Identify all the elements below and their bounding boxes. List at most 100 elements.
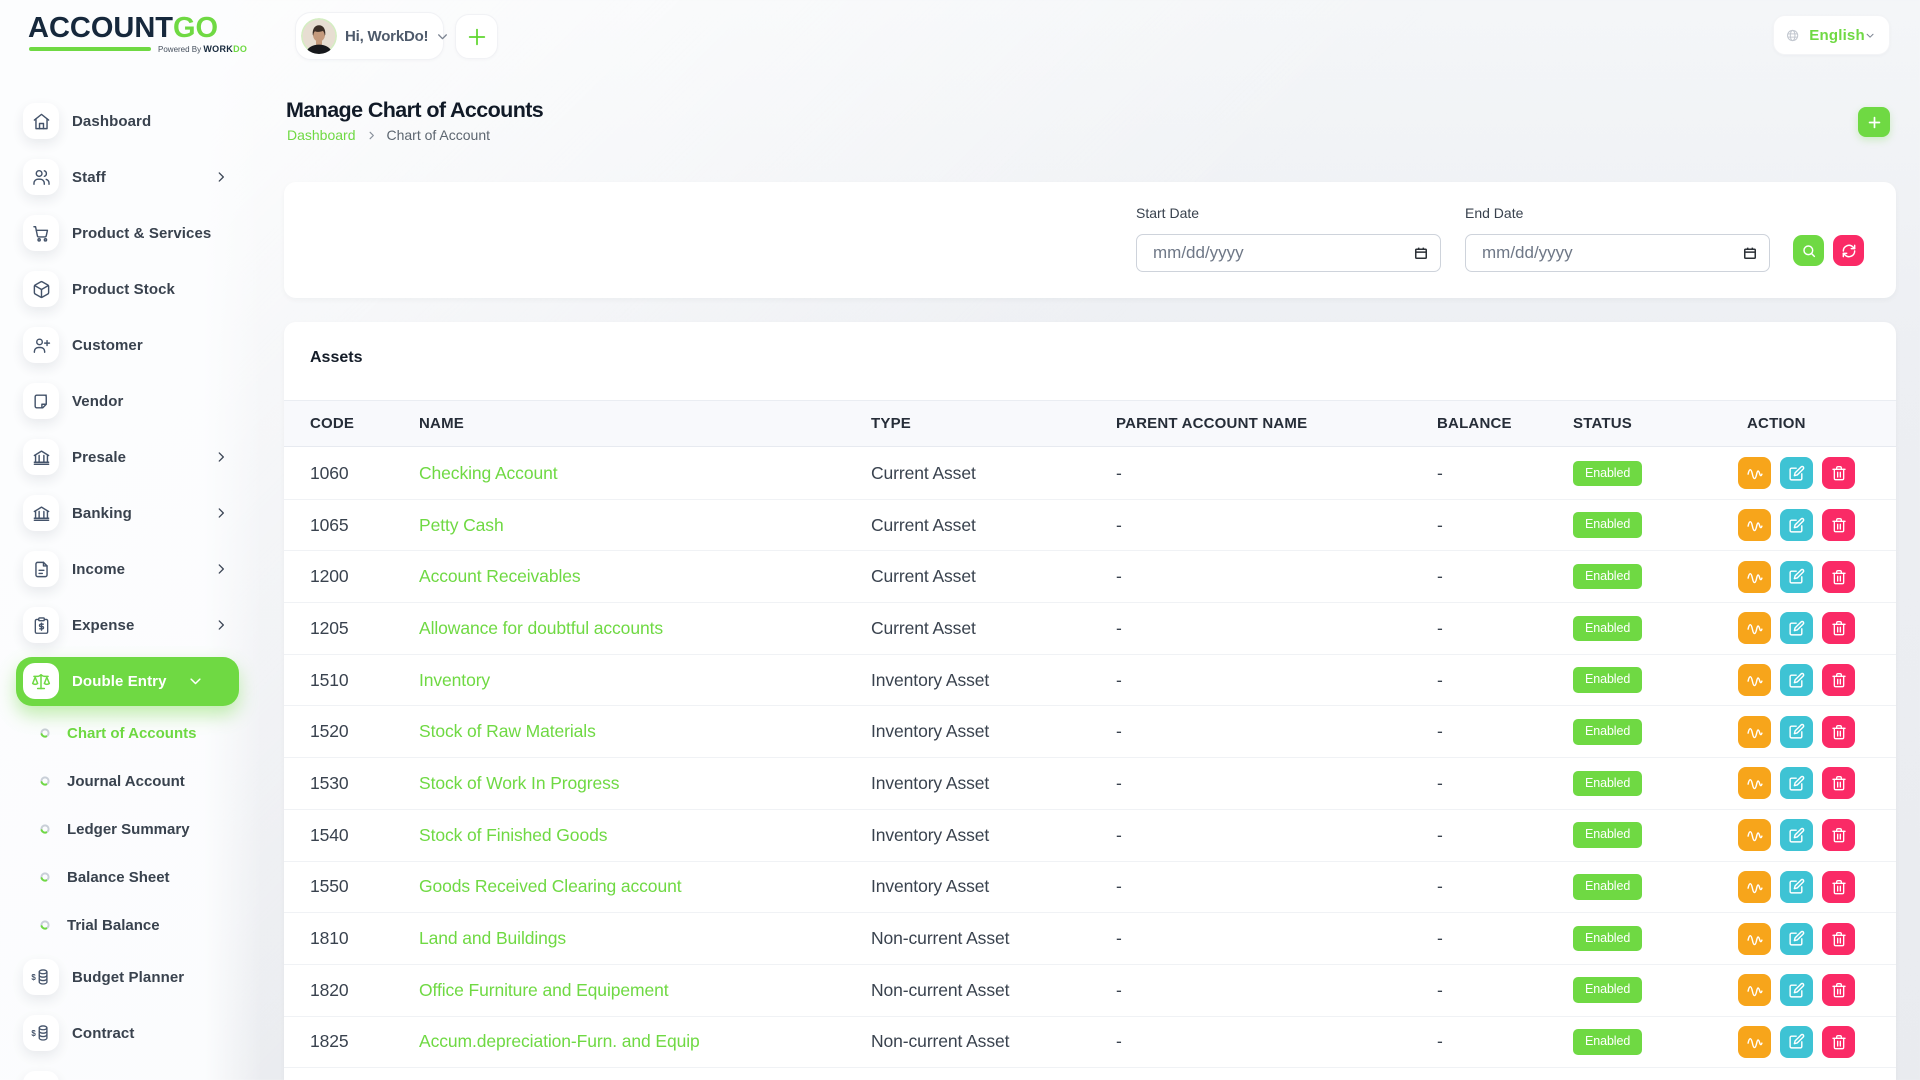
activity-icon — [1746, 826, 1764, 844]
edit-button[interactable] — [1780, 767, 1813, 799]
cell-name-link[interactable]: Account Receivables — [419, 551, 581, 602]
edit-button[interactable] — [1780, 1026, 1813, 1058]
sidebar-item-icon-tile — [23, 215, 59, 251]
sidebar-item-product-services[interactable]: Product & Services — [0, 205, 262, 261]
delete-button[interactable] — [1822, 1026, 1855, 1058]
delete-button[interactable] — [1822, 923, 1855, 955]
sidebar-subitem-balance-sheet[interactable]: Balance Sheet — [0, 853, 262, 901]
edit-button[interactable] — [1780, 509, 1813, 541]
sidebar-subitem-chart-of-accounts[interactable]: Chart of Accounts — [0, 709, 262, 757]
transaction-button[interactable] — [1738, 612, 1771, 644]
start-date-field — [1136, 234, 1441, 272]
sidebar-subitem-ledger-summary[interactable]: Ledger Summary — [0, 805, 262, 853]
sidebar-item-expense[interactable]: Expense — [0, 597, 262, 653]
bullet-ring-icon — [40, 776, 50, 786]
delete-button[interactable] — [1822, 612, 1855, 644]
delete-button[interactable] — [1822, 767, 1855, 799]
chevron-right-icon — [214, 450, 228, 464]
sidebar-subitem-trial-balance[interactable]: Trial Balance — [0, 901, 262, 949]
cell-name-link[interactable]: Stock of Finished Goods — [419, 810, 607, 861]
cell-parent: - — [1116, 655, 1122, 706]
delete-button[interactable] — [1822, 509, 1855, 541]
cell-type: Non-current Asset — [871, 1017, 1009, 1068]
status-badge: Enabled — [1573, 512, 1642, 538]
transaction-button[interactable] — [1738, 509, 1771, 541]
delete-button[interactable] — [1822, 561, 1855, 593]
cell-name-link[interactable]: Land and Buildings — [419, 913, 566, 964]
create-account-button[interactable] — [1858, 107, 1890, 137]
sidebar-subitem-journal-account[interactable]: Journal Account — [0, 757, 262, 805]
transaction-button[interactable] — [1738, 767, 1771, 799]
breadcrumb-dashboard-link[interactable]: Dashboard — [287, 127, 356, 143]
cell-name-link[interactable]: Stock of Raw Materials — [419, 706, 596, 757]
cell-name-link[interactable]: Allowance for doubtful accounts — [419, 603, 663, 654]
cell-balance: - — [1437, 758, 1443, 809]
transaction-button[interactable] — [1738, 664, 1771, 696]
delete-button[interactable] — [1822, 457, 1855, 489]
cell-name-link[interactable]: Accum.depreciation-Furn. and Equip — [419, 1017, 700, 1068]
reset-filter-button[interactable] — [1833, 235, 1864, 266]
row-actions — [1738, 509, 1855, 541]
transaction-button[interactable] — [1738, 871, 1771, 903]
sidebar-subitem-label: Journal Account — [67, 773, 185, 790]
cell-name-link[interactable]: Inventory — [419, 655, 490, 706]
sidebar-item-contract[interactable]: $ Contract — [0, 1005, 262, 1061]
transaction-button[interactable] — [1738, 716, 1771, 748]
sidebar-item-double-entry[interactable]: Double Entry — [0, 653, 262, 709]
user-menu[interactable]: Hi, WorkDo! — [295, 12, 444, 60]
edit-button[interactable] — [1780, 457, 1813, 489]
edit-button[interactable] — [1780, 923, 1813, 955]
brand-logo[interactable]: ACCOUNTGO Powered By WORKDO — [28, 13, 218, 43]
sidebar-item-customer[interactable]: Customer — [0, 317, 262, 373]
language-selector[interactable]: English — [1773, 15, 1890, 55]
edit-button[interactable] — [1780, 871, 1813, 903]
edit-button[interactable] — [1780, 612, 1813, 644]
trash-icon — [1831, 1034, 1847, 1050]
row-actions — [1738, 974, 1855, 1006]
transaction-button[interactable] — [1738, 974, 1771, 1006]
sidebar-item-vendor[interactable]: Vendor — [0, 373, 262, 429]
delete-button[interactable] — [1822, 871, 1855, 903]
sidebar-item-banking[interactable]: Banking — [0, 485, 262, 541]
quick-add-button[interactable] — [455, 14, 498, 59]
cell-name-link[interactable]: Petty Cash — [419, 500, 504, 551]
sidebar-item-cutoff[interactable] — [0, 1061, 262, 1080]
cell-name-link[interactable]: Stock of Work In Progress — [419, 758, 619, 809]
transaction-button[interactable] — [1738, 819, 1771, 851]
edit-button[interactable] — [1780, 561, 1813, 593]
edit-button[interactable] — [1780, 974, 1813, 1006]
transaction-button[interactable] — [1738, 1026, 1771, 1058]
edit-icon — [1788, 1033, 1805, 1050]
sidebar-item-budget-planner[interactable]: $ Budget Planner — [0, 949, 262, 1005]
sidebar-item-product-stock[interactable]: Product Stock — [0, 261, 262, 317]
table-body: 1060 Checking Account Current Asset - - … — [284, 448, 1896, 1068]
apply-filter-button[interactable] — [1793, 235, 1824, 266]
transaction-button[interactable] — [1738, 457, 1771, 489]
trash-icon — [1831, 569, 1847, 585]
trash-icon — [1831, 931, 1847, 947]
cell-code: 1205 — [310, 603, 349, 654]
brand-powered-by: Powered By WORKDO — [158, 44, 247, 54]
row-actions — [1738, 457, 1855, 489]
delete-button[interactable] — [1822, 974, 1855, 1006]
sidebar-item-presale[interactable]: Presale — [0, 429, 262, 485]
sidebar-item-label: Vendor — [72, 393, 123, 410]
edit-button[interactable] — [1780, 664, 1813, 696]
transaction-button[interactable] — [1738, 923, 1771, 955]
cell-name-link[interactable]: Checking Account — [419, 448, 558, 499]
row-actions — [1738, 923, 1855, 955]
cell-name-link[interactable]: Goods Received Clearing account — [419, 862, 681, 913]
sidebar-item-income[interactable]: Income — [0, 541, 262, 597]
trash-icon — [1831, 982, 1847, 998]
cell-name-link[interactable]: Office Furniture and Equipement — [419, 965, 669, 1016]
end-date-input[interactable] — [1465, 234, 1770, 272]
sidebar-item-staff[interactable]: Staff — [0, 149, 262, 205]
transaction-button[interactable] — [1738, 561, 1771, 593]
delete-button[interactable] — [1822, 716, 1855, 748]
start-date-input[interactable] — [1136, 234, 1441, 272]
sidebar-item-dashboard[interactable]: Dashboard — [0, 93, 262, 149]
delete-button[interactable] — [1822, 664, 1855, 696]
delete-button[interactable] — [1822, 819, 1855, 851]
edit-button[interactable] — [1780, 716, 1813, 748]
edit-button[interactable] — [1780, 819, 1813, 851]
